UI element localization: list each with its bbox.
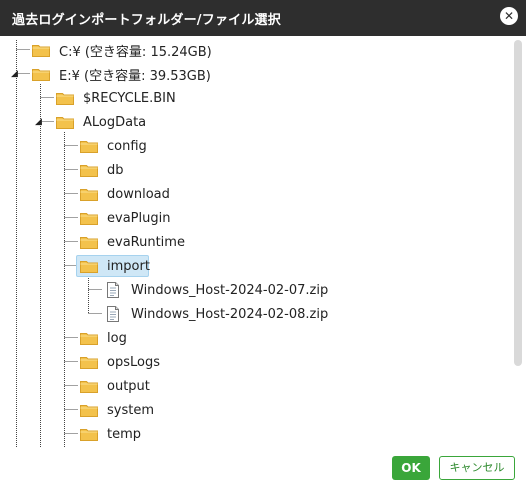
- folder-icon: [80, 357, 98, 369]
- folder-icon: [80, 381, 98, 393]
- tree-node-opslogs[interactable]: opsLogs: [80, 350, 163, 374]
- tree-node-db[interactable]: db: [80, 158, 127, 182]
- tree-node-system[interactable]: system: [80, 398, 157, 422]
- folder-icon: [80, 237, 98, 249]
- tree-node-alogdata[interactable]: ALogData: [56, 110, 149, 134]
- tree-node-drive-e[interactable]: E:¥ (空き容量: 39.53GB): [32, 62, 214, 86]
- folder-icon: [80, 141, 98, 153]
- tree-node-output[interactable]: output: [80, 374, 153, 398]
- folder-icon: [80, 429, 98, 441]
- tree-node-log[interactable]: log: [80, 326, 130, 350]
- tree-node-file-1[interactable]: Windows_Host-2024-02-07.zip: [106, 278, 331, 302]
- folder-icon: [80, 213, 98, 225]
- close-icon[interactable]: ✕: [500, 7, 518, 25]
- tree-node-file-2[interactable]: Windows_Host-2024-02-08.zip: [106, 302, 331, 326]
- folder-tree[interactable]: ◢ ◢ C:¥ (空き容量: 15.24GB) E:¥ (空き容量: 39.53…: [0, 36, 526, 448]
- cancel-button[interactable]: キャンセル: [439, 456, 515, 480]
- tree-node-evaplugin[interactable]: evaPlugin: [80, 206, 173, 230]
- folder-icon: [56, 117, 74, 129]
- folder-icon: [80, 165, 98, 177]
- tree-node-temp[interactable]: temp: [80, 422, 144, 446]
- folder-icon: [80, 189, 98, 201]
- folder-icon: [80, 333, 98, 345]
- tree-node-config[interactable]: config: [80, 134, 150, 158]
- folder-icon: [80, 405, 98, 417]
- tree-node-import-selected[interactable]: import: [80, 254, 153, 278]
- tree-node-recycle-bin[interactable]: $RECYCLE.BIN: [56, 86, 179, 110]
- dialog-titlebar: 過去ログインポートフォルダー/ファイル選択 ✕: [0, 0, 526, 36]
- tree-node-evaruntime[interactable]: evaRuntime: [80, 230, 188, 254]
- tree-node-drive-c[interactable]: C:¥ (空き容量: 15.24GB): [32, 38, 215, 62]
- folder-icon: [80, 261, 98, 273]
- expand-toggle-e[interactable]: ◢: [11, 69, 18, 79]
- zip-file-icon: [107, 282, 119, 298]
- expand-toggle-alogdata[interactable]: ◢: [35, 117, 42, 127]
- folder-icon: [56, 93, 74, 105]
- folder-icon: [32, 45, 50, 57]
- zip-file-icon: [107, 306, 119, 322]
- dialog-title: 過去ログインポートフォルダー/ファイル選択: [12, 13, 281, 28]
- tree-scrollbar[interactable]: [514, 40, 522, 366]
- tree-node-download[interactable]: download: [80, 182, 173, 206]
- ok-button[interactable]: OK: [392, 456, 430, 480]
- folder-icon: [32, 69, 50, 81]
